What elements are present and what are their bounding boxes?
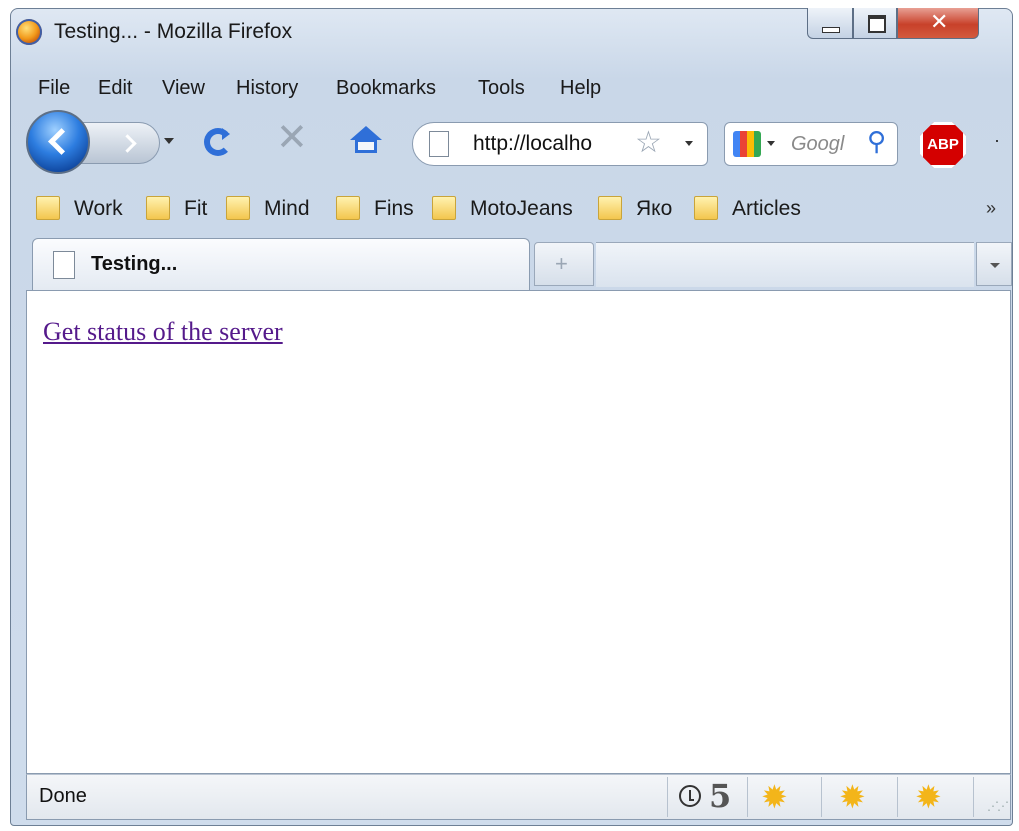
bookmark-label: Work — [74, 197, 123, 220]
page-icon — [429, 131, 449, 157]
resize-grip-icon[interactable]: ⋰⋰ — [987, 799, 1009, 813]
folder-icon — [146, 196, 170, 220]
bookmarks-overflow-chevron[interactable]: » — [986, 198, 996, 219]
home-roof-shape — [350, 126, 382, 140]
menu-file[interactable]: File — [38, 77, 70, 100]
status-divider — [973, 777, 974, 817]
abp-label: ABP — [927, 136, 959, 153]
server-status-link[interactable]: Get status of the server — [43, 317, 283, 347]
clock-icon[interactable] — [679, 785, 701, 807]
status-divider — [821, 777, 822, 817]
menu-tools[interactable]: Tools — [478, 77, 525, 100]
adblock-plus-button[interactable]: ABP — [920, 122, 966, 168]
window-title: Testing... - Mozilla Firefox — [54, 20, 293, 43]
firefox-icon — [16, 19, 42, 45]
menu-history[interactable]: History — [236, 77, 298, 100]
url-text[interactable]: http://localho — [473, 132, 592, 156]
status-text: Done — [39, 785, 87, 807]
minimize-button[interactable] — [807, 8, 853, 39]
search-engine-dropdown-icon[interactable] — [767, 141, 775, 146]
menu-bookmarks[interactable]: Bookmarks — [336, 77, 436, 100]
url-dropdown-icon[interactable] — [685, 141, 693, 146]
status-divider — [667, 777, 668, 817]
stop-icon[interactable]: ✕ — [276, 118, 308, 156]
folder-icon — [226, 196, 250, 220]
page-icon — [53, 251, 75, 279]
folder-icon — [36, 196, 60, 220]
close-button[interactable]: ✕ — [897, 8, 979, 39]
status-bar: Done 5 ✹ ✹ ✹ ⋰⋰ — [26, 774, 1011, 820]
new-tab-button[interactable]: + — [534, 242, 594, 286]
maximize-button[interactable] — [853, 8, 897, 39]
menu-edit[interactable]: Edit — [98, 77, 132, 100]
url-bar[interactable]: http://localho ☆ — [412, 122, 708, 166]
bookmark-label: Яко — [636, 197, 673, 220]
sun-icon[interactable]: ✹ — [915, 781, 942, 813]
page-content: Get status of the server — [26, 290, 1011, 774]
tab-strip-background — [596, 242, 974, 287]
reload-icon[interactable] — [204, 128, 232, 156]
home-body-shape — [355, 139, 377, 153]
tab-label: Testing... — [91, 253, 178, 275]
plus-icon: + — [555, 251, 568, 276]
close-icon: ✕ — [930, 10, 949, 35]
search-icon[interactable]: ⚲ — [867, 127, 886, 157]
menu-view[interactable]: View — [162, 77, 205, 100]
folder-icon — [694, 196, 718, 220]
bookmark-label: Articles — [732, 197, 801, 220]
back-button[interactable] — [26, 110, 90, 174]
bookmark-label: Mind — [264, 197, 310, 220]
tab-testing[interactable]: Testing... — [32, 238, 530, 290]
bookmark-star-icon[interactable]: ☆ — [635, 125, 662, 160]
status-counter: 5 — [709, 777, 732, 815]
bookmark-label: Fins — [374, 197, 414, 220]
status-divider — [897, 777, 898, 817]
list-all-tabs-button[interactable] — [976, 242, 1012, 286]
folder-icon — [432, 196, 456, 220]
google-icon[interactable] — [733, 131, 761, 157]
status-divider — [747, 777, 748, 817]
bookmark-label: MotoJeans — [470, 197, 573, 220]
maximize-icon — [868, 15, 886, 33]
toolbar-overflow[interactable]: · — [994, 130, 1000, 151]
folder-icon — [598, 196, 622, 220]
sun-icon[interactable]: ✹ — [839, 781, 866, 813]
minimize-icon — [822, 27, 840, 33]
menu-help[interactable]: Help — [560, 77, 601, 100]
search-bar[interactable]: Googl ⚲ — [724, 122, 898, 166]
bookmark-label: Fit — [184, 197, 208, 220]
search-placeholder[interactable]: Googl — [791, 133, 844, 156]
folder-icon — [336, 196, 360, 220]
home-icon[interactable] — [350, 126, 382, 156]
forward-button[interactable] — [80, 122, 160, 164]
sun-icon[interactable]: ✹ — [761, 781, 788, 813]
history-dropdown-icon[interactable] — [164, 138, 174, 144]
